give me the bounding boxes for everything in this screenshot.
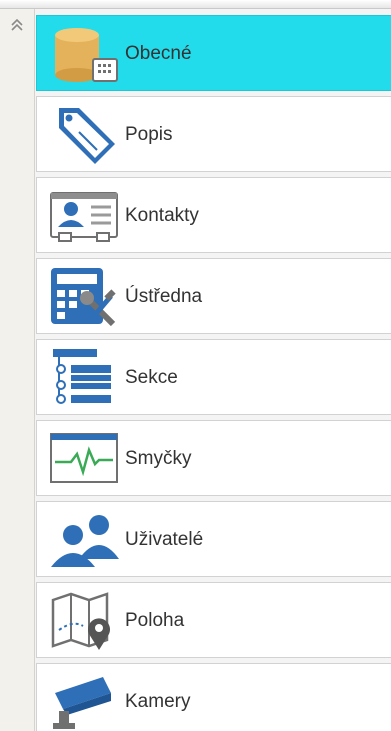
users-icon: [49, 509, 121, 571]
nav-item-label: Kamery: [125, 691, 191, 712]
nav-item-label: Uživatelé: [125, 529, 204, 550]
nav-item-sekce[interactable]: Sekce: [36, 339, 391, 415]
camera-icon: [49, 671, 121, 731]
nav-item-popis[interactable]: Popis: [36, 96, 391, 172]
nav-item-label: Sekce: [125, 367, 178, 388]
nav-list: Obecné Popis Kontakty Ústředna Sekce Smy…: [36, 15, 391, 731]
panel-gutter: [0, 9, 35, 731]
nav-item-kamery[interactable]: Kamery: [36, 663, 391, 731]
nav-item-poloha[interactable]: Poloha: [36, 582, 391, 658]
nav-item-label: Ústředna: [125, 286, 203, 307]
control-panel-tools-icon: [49, 266, 121, 328]
database-settings-icon: [49, 23, 121, 85]
contact-card-icon: [49, 185, 121, 247]
map-location-icon: [49, 590, 121, 652]
sections-tree-icon: [49, 347, 121, 409]
nav-item-label: Obecné: [125, 43, 192, 64]
nav-item-ustredna[interactable]: Ústředna: [36, 258, 391, 334]
nav-item-label: Popis: [125, 124, 173, 145]
nav-item-label: Kontakty: [125, 205, 199, 226]
navigation-panel: Obecné Popis Kontakty Ústředna Sekce Smy…: [0, 0, 391, 731]
nav-item-kontakty[interactable]: Kontakty: [36, 177, 391, 253]
nav-item-obecne[interactable]: Obecné: [36, 15, 391, 91]
nav-item-uzivatele[interactable]: Uživatelé: [36, 501, 391, 577]
tag-icon: [49, 104, 121, 166]
nav-item-label: Smyčky: [125, 448, 192, 469]
panel-top-border: [0, 0, 391, 9]
double-chevron-up-icon[interactable]: [8, 15, 26, 35]
nav-item-label: Poloha: [125, 610, 185, 631]
nav-item-smycky[interactable]: Smyčky: [36, 420, 391, 496]
loop-signal-icon: [49, 428, 121, 490]
